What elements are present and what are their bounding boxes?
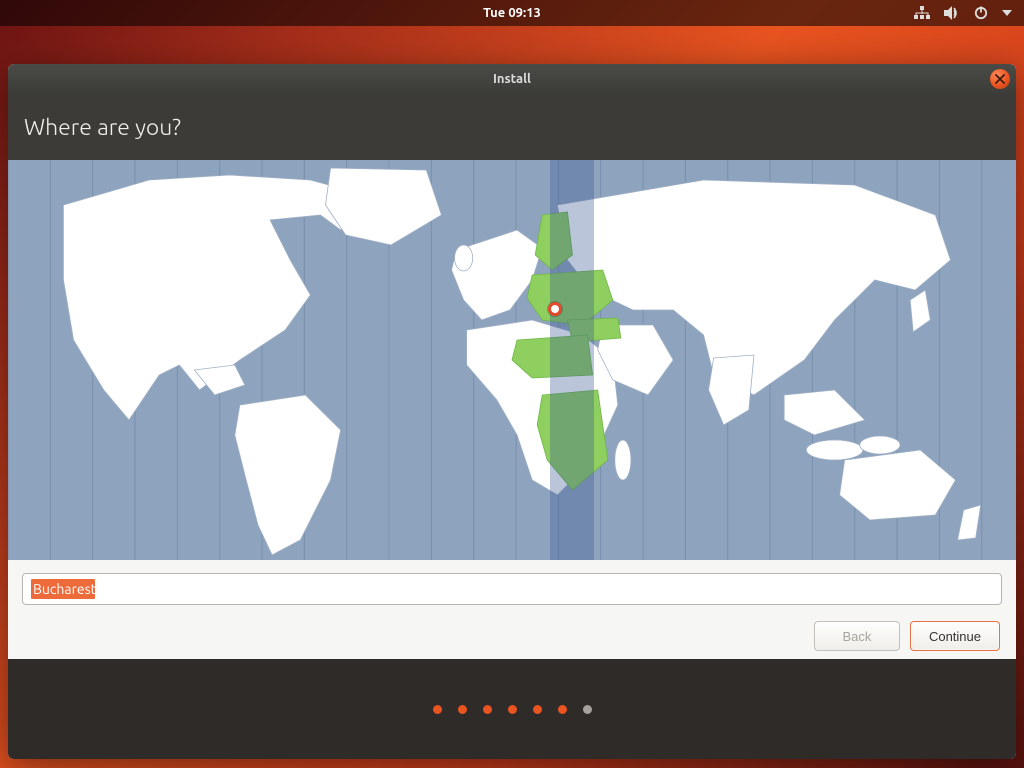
power-icon[interactable] [974,6,988,20]
timezone-band-highlight [550,160,594,560]
progress-dot [533,705,542,714]
world-map-svg [8,160,1016,560]
back-button[interactable]: Back [814,621,900,651]
progress-dot [483,705,492,714]
progress-dot-current [583,705,592,714]
progress-dot [433,705,442,714]
chevron-down-icon[interactable] [1002,9,1012,17]
installer-window: Install Where are you? [8,64,1016,759]
timezone-input-row: Bucharest [8,560,1016,611]
continue-button[interactable]: Continue [910,621,1000,651]
status-area[interactable] [914,0,1012,26]
clock-label: Tue 09:13 [483,6,541,20]
page-title: Where are you? [24,115,181,140]
volume-icon[interactable] [944,6,960,20]
timezone-map[interactable] [8,160,1016,560]
network-icon[interactable] [914,6,930,20]
location-pin [548,302,562,316]
timezone-input[interactable] [22,573,1002,605]
close-icon [995,74,1005,84]
progress-dot [458,705,467,714]
progress-dot [558,705,567,714]
window-titlebar[interactable]: Install [8,64,1016,94]
progress-dot [508,705,517,714]
progress-footer [8,659,1016,759]
window-close-button[interactable] [990,69,1010,89]
page-header: Where are you? [8,94,1016,160]
gnome-top-bar: Tue 09:13 [0,0,1024,26]
window-title: Install [493,72,531,86]
